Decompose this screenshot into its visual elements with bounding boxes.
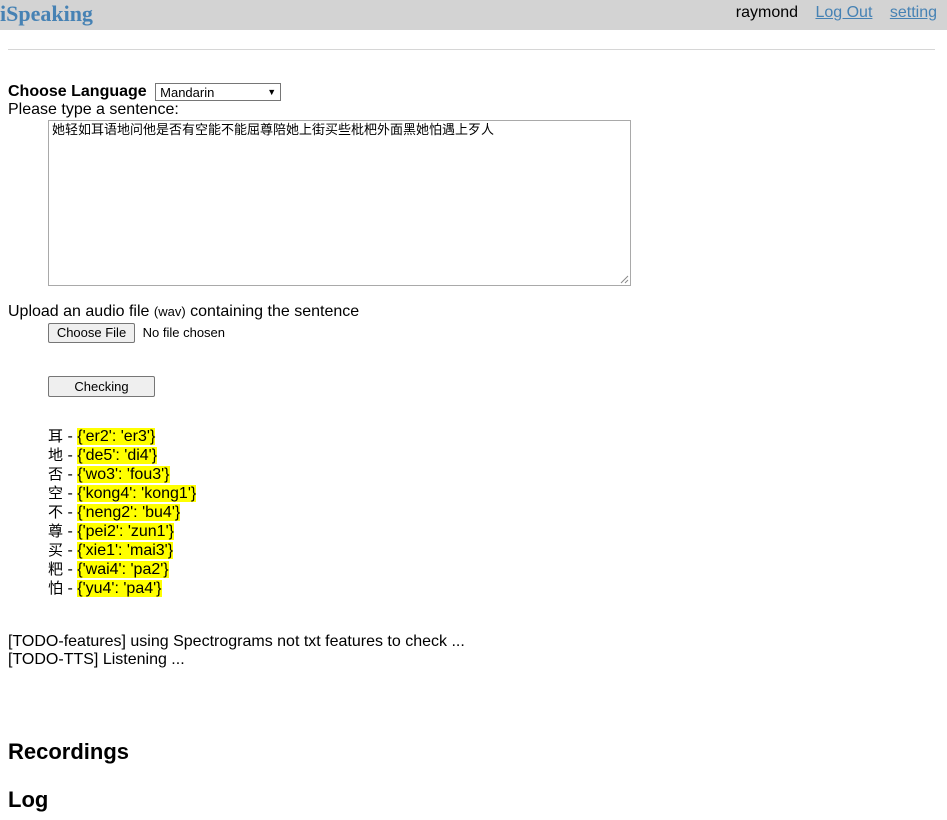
result-char: 粑 [48,560,64,578]
upload-label: Upload an audio file (wav) containing th… [8,303,938,321]
result-value: {'kong4': 'kong1'} [77,485,197,502]
log-heading: Log [8,787,49,812]
upload-label-pre: Upload an audio file [8,303,150,320]
result-sep: - [63,523,78,540]
result-item: 否 - {'wo3': 'fou3'} [48,465,938,484]
result-sep: - [63,561,78,578]
result-char: 不 [48,503,64,521]
language-row: Choose Language Mandarin ▼ [8,82,938,101]
result-sep: - [63,542,78,559]
upload-label-format: (wav) [153,304,186,319]
result-sep: - [63,485,78,502]
result-char: 耳 [48,427,64,445]
result-char: 怕 [48,579,64,597]
result-item: 买 - {'xie1': 'mai3'} [48,541,938,560]
sentence-prompt: Please type a sentence: [8,101,179,118]
result-value: {'xie1': 'mai3'} [77,542,174,559]
file-input: Choose File No file chosen [48,323,938,345]
setting-link[interactable]: setting [890,4,937,21]
choose-file-button[interactable]: Choose File [48,323,135,343]
sentence-textarea[interactable]: 她轻如耳语地问他是否有空能不能屈尊陪她上街买些枇杷外面黑她怕遇上歹人 [48,120,631,286]
result-sep: - [63,580,78,597]
todo-notes: [TODO-features] using Spectrograms not t… [8,633,938,669]
language-select-value: Mandarin [160,85,215,100]
result-value: {'de5': 'di4'} [77,447,158,464]
result-item: 地 - {'de5': 'di4'} [48,446,938,465]
result-item: 不 - {'neng2': 'bu4'} [48,503,938,522]
result-sep: - [63,428,78,445]
username-label: raymond [735,4,799,21]
recordings-heading: Recordings [8,739,130,764]
result-value: {'wai4': 'pa2'} [77,561,169,578]
result-char: 否 [48,465,64,483]
result-value: {'pei2': 'zun1'} [77,523,174,540]
brand-logo[interactable]: iSpeaking [0,1,93,27]
result-value: {'yu4': 'pa4'} [77,580,162,597]
result-item: 怕 - {'yu4': 'pa4'} [48,579,938,598]
sentence-text: 她轻如耳语地问他是否有空能不能屈尊陪她上街买些枇杷外面黑她怕遇上歹人 [52,123,495,138]
main-content: Choose Language Mandarin ▼ Please type a… [8,82,938,669]
resize-handle-icon[interactable] [620,275,629,284]
result-value: {'wo3': 'fou3'} [77,466,170,483]
header-divider [8,49,935,50]
result-value: {'neng2': 'bu4'} [77,504,181,521]
result-sep: - [63,466,78,483]
result-sep: - [63,504,78,521]
result-item: 空 - {'kong4': 'kong1'} [48,484,938,503]
top-bar: iSpeaking raymond Log Out setting [0,0,947,30]
language-label: Choose Language [8,83,147,100]
result-item: 尊 - {'pei2': 'zun1'} [48,522,938,541]
result-char: 空 [48,484,64,502]
checking-button[interactable]: Checking [48,376,155,397]
logout-link[interactable]: Log Out [815,4,872,21]
result-char: 地 [48,446,64,464]
top-nav: raymond Log Out setting [723,4,937,22]
check-results: 耳 - {'er2': 'er3'} 地 - {'de5': 'di4'} 否 … [48,427,938,598]
result-char: 尊 [48,522,64,540]
upload-label-post: containing the sentence [190,303,360,320]
todo-tts-line: [TODO-TTS] Listening ... [8,651,185,668]
dropdown-arrow-icon: ▼ [267,87,277,97]
language-select[interactable]: Mandarin ▼ [155,83,282,101]
result-item: 耳 - {'er2': 'er3'} [48,427,938,446]
result-value: {'er2': 'er3'} [77,428,156,445]
result-char: 买 [48,541,64,559]
todo-features-line: [TODO-features] using Spectrograms not t… [8,633,465,650]
result-item: 粑 - {'wai4': 'pa2'} [48,560,938,579]
no-file-text: No file chosen [142,325,226,340]
result-sep: - [63,447,78,464]
